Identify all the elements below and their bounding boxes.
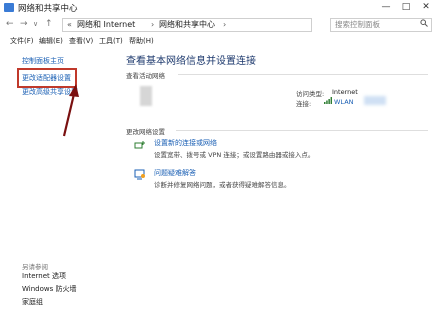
network-name-redacted: [140, 86, 152, 106]
forward-button[interactable]: →: [20, 18, 28, 30]
wifi-signal-icon: [324, 97, 332, 106]
main-content: 查看基本网络信息并设置连接 查看活动网络 访问类型: Internet 连接: …: [118, 48, 436, 316]
address-bar[interactable]: « 网络和 Internet › 网络和共享中心 ›: [62, 18, 312, 32]
troubleshoot-link[interactable]: 问题疑难解答: [154, 168, 196, 178]
back-button[interactable]: ←: [6, 18, 14, 30]
divider: [176, 130, 428, 131]
search-input[interactable]: 搜索控制面板: [330, 18, 432, 32]
setup-new-connection-link[interactable]: 设置新的连接或网络: [154, 138, 217, 148]
sidebar-item-windows-firewall[interactable]: Windows 防火墙: [22, 284, 76, 294]
breadcrumb-separator[interactable]: ›: [223, 19, 226, 31]
change-network-settings-label: 更改网络设置: [126, 128, 165, 136]
close-button[interactable]: ✕: [416, 1, 436, 14]
recent-dropdown-button[interactable]: ∨: [33, 18, 38, 30]
divider: [178, 74, 428, 75]
access-type-value: Internet: [332, 88, 358, 96]
troubleshoot-description: 诊断并修复网络问题，或者获得疑难解答信息。: [154, 181, 291, 189]
breadcrumb-separator[interactable]: ›: [151, 19, 154, 31]
address-row: ← → ∨ ↑ « 网络和 Internet › 网络和共享中心 › 搜索控制面…: [0, 16, 436, 33]
active-networks-label: 查看活动网络: [126, 72, 165, 80]
breadcrumb-network-internet[interactable]: 网络和 Internet: [77, 19, 135, 31]
menu-help[interactable]: 帮助(H): [129, 36, 154, 46]
see-also-title: 另请参阅: [22, 263, 48, 271]
access-type-label: 访问类型:: [296, 90, 325, 98]
menu-edit[interactable]: 编辑(E): [39, 36, 63, 46]
connections-label: 连接:: [296, 100, 312, 108]
annotation-arrow: [62, 84, 79, 137]
menu-bar: 文件(F) 编辑(E) 查看(V) 工具(T) 帮助(H): [0, 35, 436, 47]
up-button[interactable]: ↑: [45, 18, 53, 30]
minimize-button[interactable]: —: [376, 1, 396, 14]
network-icon: [4, 3, 14, 12]
breadcrumb-network-sharing-center[interactable]: 网络和共享中心: [159, 19, 215, 31]
troubleshoot-icon: [134, 169, 146, 180]
address-overflow-chevron[interactable]: «: [67, 19, 72, 31]
connection-wlan-link[interactable]: WLAN: [334, 98, 354, 106]
maximize-button[interactable]: □: [396, 1, 416, 14]
setup-new-connection-description: 设置宽带、拨号或 VPN 连接；或设置路由器或接入点。: [154, 151, 315, 159]
title-bar: 网络和共享中心 — □ ✕: [0, 0, 436, 16]
wlan-name-redacted: [364, 96, 386, 105]
sidebar-item-homegroup[interactable]: 家庭组: [22, 297, 43, 307]
sidebar-item-control-panel-home[interactable]: 控制面板主页: [22, 56, 64, 66]
menu-view[interactable]: 查看(V): [69, 36, 93, 46]
search-icon[interactable]: [420, 19, 428, 31]
sidebar-item-internet-options[interactable]: Internet 选项: [22, 271, 66, 281]
page-title: 查看基本网络信息并设置连接: [126, 56, 256, 67]
window-title: 网络和共享中心: [18, 4, 78, 14]
menu-file[interactable]: 文件(F): [10, 36, 34, 46]
new-connection-icon: [134, 139, 146, 150]
search-placeholder: 搜索控制面板: [335, 20, 380, 29]
menu-tools[interactable]: 工具(T): [99, 36, 123, 46]
